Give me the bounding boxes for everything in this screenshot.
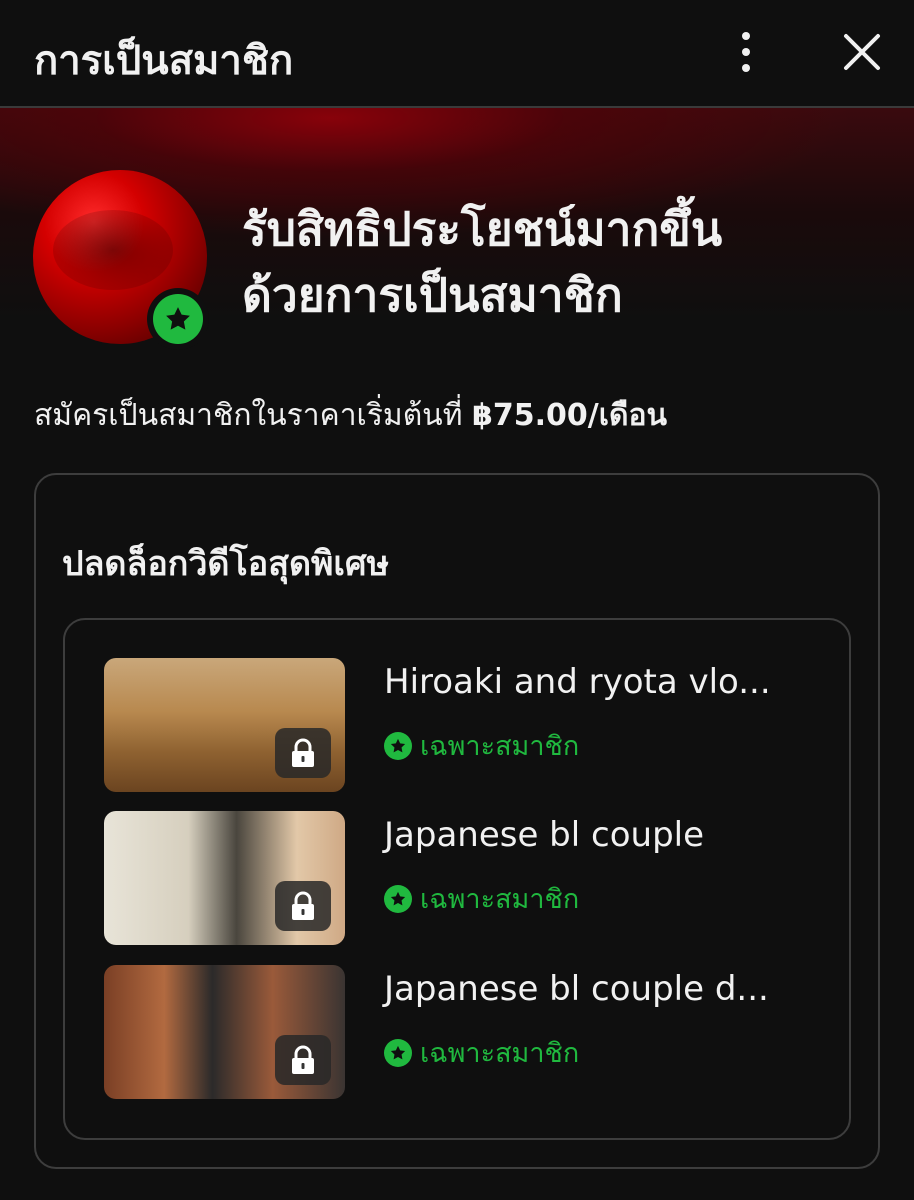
video-title: Japanese bl couple (384, 815, 705, 855)
price-amount: ฿75.00/เดือน (472, 398, 668, 433)
more-vertical-icon-dot (742, 64, 750, 72)
close-icon (844, 34, 880, 70)
video-thumbnail (104, 811, 345, 945)
star-badge-icon (384, 1038, 412, 1067)
lock-badge (275, 881, 331, 931)
section-title: ปลดล็อกวิดีโอสุดพิเศษ (62, 544, 390, 584)
members-only-label: เฉพาะสมาชิก (420, 884, 580, 915)
members-only-tag: เฉพาะสมาชิก (384, 1031, 579, 1074)
benefits-headline: รับสิทธิประโยชน์มากขึ้น ด้วยการเป็นสมาชิ… (242, 196, 902, 328)
video-thumbnail (104, 965, 345, 1099)
members-only-label: เฉพาะสมาชิก (420, 731, 580, 762)
video-title: Japanese bl couple d... (384, 969, 769, 1009)
video-item[interactable]: Japanese bl couple เฉพาะสมาชิก (104, 811, 824, 945)
page-title: การเป็นสมาชิก (34, 38, 294, 84)
more-vertical-icon (742, 32, 750, 40)
member-badge (147, 288, 209, 350)
top-bar: การเป็นสมาชิก (0, 0, 914, 108)
price-prefix: สมัครเป็นสมาชิกในราคาเริ่มต้นที่ (34, 398, 473, 433)
star-icon (166, 307, 190, 330)
members-only-tag: เฉพาะสมาชิก (384, 877, 579, 920)
more-options-button[interactable] (726, 26, 766, 78)
members-only-tag: เฉพาะสมาชิก (384, 724, 579, 767)
close-button[interactable] (840, 30, 884, 74)
lock-badge (275, 1035, 331, 1085)
star-badge-icon (384, 884, 412, 913)
star-badge-icon (384, 731, 412, 760)
members-only-label: เฉพาะสมาชิก (420, 1038, 580, 1069)
lock-icon (292, 1045, 314, 1074)
headline-line-1: รับสิทธิประโยชน์มากขึ้น (242, 202, 723, 256)
video-item[interactable]: Hiroaki and ryota vlo... เฉพาะสมาชิก (104, 658, 824, 792)
more-vertical-icon-dot (742, 48, 750, 56)
price-info: สมัครเป็นสมาชิกในราคาเริ่มต้นที่ ฿75.00/… (34, 392, 667, 439)
lock-badge (275, 728, 331, 778)
lock-icon (292, 891, 314, 920)
video-item[interactable]: Japanese bl couple d... เฉพาะสมาชิก (104, 965, 824, 1099)
video-thumbnail (104, 658, 345, 792)
video-title: Hiroaki and ryota vlo... (384, 662, 771, 702)
lock-icon (292, 738, 314, 767)
headline-line-2: ด้วยการเป็นสมาชิก (242, 268, 623, 322)
